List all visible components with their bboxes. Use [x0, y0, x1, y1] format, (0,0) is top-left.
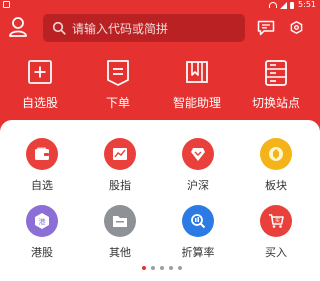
grid-item-sector[interactable]: 板块	[240, 138, 312, 193]
grid-item-label: 股指	[109, 179, 131, 192]
status-time: 5:51	[298, 0, 316, 9]
grid-item-buy[interactable]: 买 买入	[240, 205, 312, 260]
grid-item-label: 买入	[265, 246, 287, 259]
wallet-icon	[26, 138, 58, 170]
page-dot[interactable]	[151, 266, 155, 270]
quick-action-switch-site[interactable]: 切换站点	[236, 58, 316, 111]
quick-action-assistant[interactable]: 智能助理	[157, 58, 237, 111]
grid-item-conversion-rate[interactable]: 折算率	[162, 205, 234, 260]
message-icon[interactable]	[257, 20, 275, 36]
svg-text:买: 买	[275, 217, 280, 224]
user-icon[interactable]	[8, 16, 28, 38]
page-indicator[interactable]	[142, 266, 182, 270]
quick-action-label: 切换站点	[251, 96, 300, 110]
signal-icon	[280, 1, 288, 9]
settings-icon[interactable]	[290, 21, 303, 34]
page-dot-active[interactable]	[142, 266, 146, 270]
grid-item-label: 港股	[31, 246, 53, 259]
grid-item-label: 折算率	[181, 246, 215, 259]
quick-action-watchlist[interactable]: 自选股	[0, 58, 80, 111]
grid-item-label: 自选	[31, 179, 53, 192]
grid-item-label: 其他	[109, 246, 131, 259]
search-input[interactable]: 请输入代码或简拼	[72, 20, 168, 37]
search-icon	[52, 21, 66, 35]
add-square-icon	[28, 60, 52, 84]
grid-item-watchlist[interactable]: 自选	[6, 138, 78, 193]
server-switch-icon	[265, 60, 287, 86]
notification-icon	[3, 1, 10, 8]
quick-action-label: 智能助理	[172, 96, 221, 110]
quick-action-label: 自选股	[21, 96, 58, 110]
cart-icon: 买	[260, 205, 292, 237]
page-dot[interactable]	[178, 266, 182, 270]
battery-icon	[290, 1, 295, 9]
grid-item-other[interactable]: 其他	[84, 205, 156, 260]
header: 请输入代码或简拼	[0, 10, 320, 50]
shield-icon	[182, 138, 214, 170]
page-dot[interactable]	[169, 266, 173, 270]
grid-item-hk-stocks[interactable]: 港 港股	[6, 205, 78, 260]
wifi-icon	[269, 2, 278, 8]
order-list-icon	[107, 60, 129, 86]
quick-action-label: 下单	[105, 96, 130, 110]
search-doc-icon	[182, 205, 214, 237]
status-icons: 5:51	[269, 0, 316, 10]
folder-icon	[104, 205, 136, 237]
quick-actions: 自选股 下单 智能助理 切换站点	[0, 58, 320, 118]
grid-item-index[interactable]: 股指	[84, 138, 156, 193]
page-dot[interactable]	[160, 266, 164, 270]
grid-item-label: 沪深	[187, 179, 209, 192]
coin-icon	[260, 138, 292, 170]
svg-text:港: 港	[39, 217, 46, 226]
hk-badge-icon: 港	[26, 205, 58, 237]
function-panel: 自选 股指 沪深 板块 港 港股 其他 折算率 买 买入	[0, 120, 320, 281]
chart-icon	[104, 138, 136, 170]
assistant-icon	[186, 61, 208, 83]
grid-item-shanghai-shenzhen[interactable]: 沪深	[162, 138, 234, 193]
search-bar[interactable]: 请输入代码或简拼	[43, 14, 245, 42]
grid-item-label: 板块	[265, 179, 287, 192]
status-bar: 5:51	[0, 0, 320, 10]
quick-action-order[interactable]: 下单	[78, 58, 158, 111]
